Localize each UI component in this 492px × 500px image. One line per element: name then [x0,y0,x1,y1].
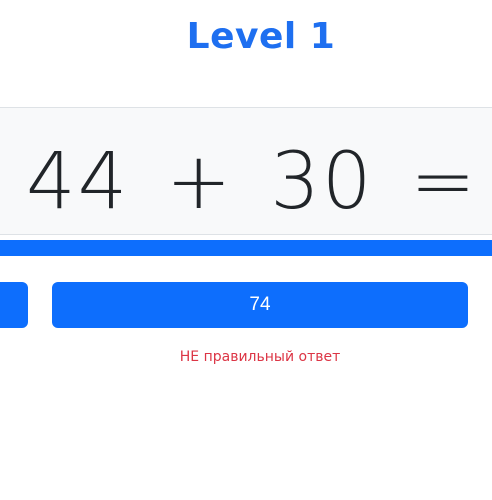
question-text: 44 + 30 = ??? [26,137,492,227]
question-panel: 44 + 30 = ??? [0,107,492,235]
quiz-page: Level 1 44 + 30 = ??? 74 НЕ правильный о… [0,0,492,500]
answer-button-1[interactable] [0,282,28,328]
level-title: Level 1 [186,16,336,57]
progress-bar [0,240,492,256]
answer-button-2[interactable]: 74 [52,282,468,328]
feedback-message: НЕ правильный ответ [179,349,341,365]
progress-bar-fill [0,240,492,256]
